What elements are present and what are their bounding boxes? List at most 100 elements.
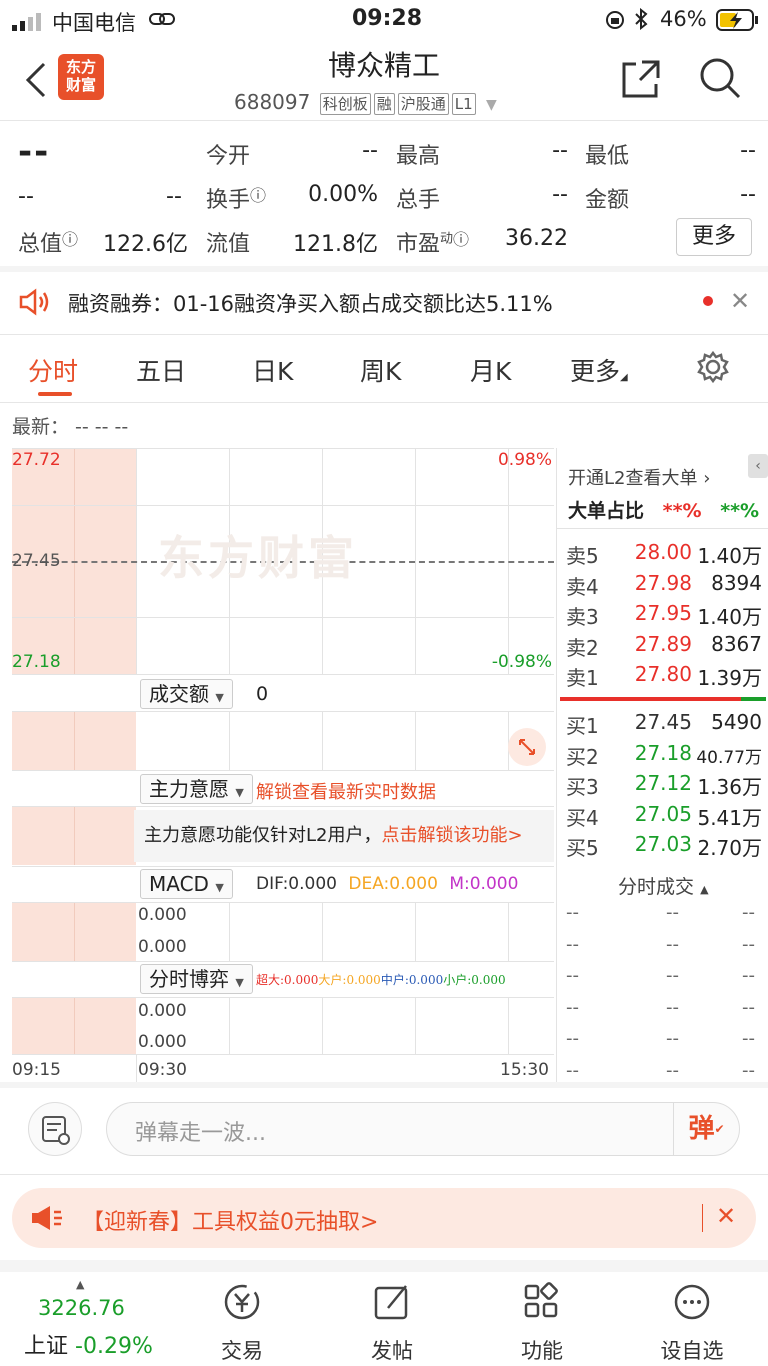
volume-indicator-select[interactable]: 成交额 ▼ <box>140 679 233 709</box>
low-value: -- <box>740 138 756 163</box>
game-bottom-label: 0.000 <box>138 1032 187 1052</box>
chevron-up-icon[interactable]: ‹ <box>748 454 768 478</box>
bid-level-label: 买4 <box>566 805 599 830</box>
search-icon[interactable] <box>698 56 742 104</box>
bid-price: 27.45 <box>634 710 692 734</box>
float-cap-value: 121.8亿 <box>293 232 378 257</box>
game-top-label: 0.000 <box>138 1001 187 1021</box>
bid-price: 27.12 <box>634 771 692 795</box>
trade-cell: -- <box>566 933 579 955</box>
tab-five-day[interactable]: 五日 <box>136 352 186 388</box>
ask-volume: 1.40万 <box>697 605 762 629</box>
nav-watchlist[interactable]: 设自选 <box>632 1280 752 1365</box>
bid-volume: 1.36万 <box>697 775 762 799</box>
price-change: -- <box>18 184 34 209</box>
trade-cell: -- <box>666 1028 679 1049</box>
trade-cell: -- <box>742 933 755 955</box>
clock: 09:28 <box>352 6 423 31</box>
nav-trade[interactable]: 交易 <box>182 1280 302 1365</box>
share-icon[interactable] <box>620 58 662 104</box>
turnover-label: 换手ⓘ <box>206 186 267 213</box>
ask-row: 卖5 28.00 1.40万 <box>566 540 762 568</box>
chevron-down-icon[interactable]: ▼ <box>486 97 497 113</box>
latest-label: 最新： <box>12 416 70 438</box>
bid-price: 27.18 <box>634 740 692 765</box>
tab-intraday[interactable]: 分时 <box>28 352 78 388</box>
danmaku-input[interactable]: 弹幕走一波... 弹✔ <box>106 1102 740 1156</box>
ask-row: 卖2 27.89 8367 <box>566 632 762 660</box>
trade-cell: -- <box>742 996 755 1018</box>
caret-up-icon[interactable]: ▲ <box>76 1278 84 1291</box>
time-open: 09:30 <box>138 1060 187 1080</box>
more-button[interactable]: 更多 <box>676 218 752 256</box>
trade-cell: -- <box>566 902 579 923</box>
dropdown-arrow-icon: ▼ <box>235 976 244 989</box>
tag-star-market: 科创板 <box>319 93 371 115</box>
bid-level-label: 买3 <box>566 775 599 799</box>
l2-upsell-banner[interactable]: 主力意愿功能仅针对L2用户，点击解锁该功能> <box>134 810 554 862</box>
main-force-select[interactable]: 主力意愿 ▼ <box>140 774 253 804</box>
macd-select[interactable]: MACD ▼ <box>140 869 233 899</box>
unread-dot <box>703 296 713 306</box>
info-icon[interactable]: ⓘ <box>453 230 469 249</box>
close-icon[interactable]: ✕ <box>730 287 750 315</box>
l2-upgrade-link[interactable]: 开通L2查看大单 › <box>568 464 710 490</box>
macd-values: DIF:0.000 DEA:0.000 M:0.000 <box>256 874 519 894</box>
bid-row: 买5 27.03 2.70万 <box>566 832 762 860</box>
stock-code: 688097 <box>234 90 311 114</box>
bid-price: 27.05 <box>634 801 692 826</box>
unlock-link[interactable]: 点击解锁该功能> <box>381 825 522 846</box>
nav-post[interactable]: 发帖 <box>332 1280 452 1365</box>
info-icon[interactable]: ⓘ <box>62 230 78 249</box>
expand-icon[interactable] <box>508 728 546 766</box>
tab-daily-k[interactable]: 日K <box>252 352 293 388</box>
corner-arrow-icon: ◢ <box>620 372 628 383</box>
info-icon[interactable]: ⓘ <box>250 186 266 205</box>
volume-value: -- <box>552 182 568 207</box>
price-high-label: 27.72 <box>12 450 61 470</box>
trade-icon <box>224 1284 260 1320</box>
status-bar: 中国电信 09:28 46% <box>0 0 768 40</box>
tab-more[interactable]: 更多◢ <box>570 352 628 388</box>
promo-banner[interactable]: 【迎新春】工具权益0元抽取> ✕ <box>12 1188 756 1248</box>
pe-value: 36.22 <box>505 226 568 251</box>
trade-cell: -- <box>566 996 579 1018</box>
danmaku-send-button[interactable]: 弹✔ <box>673 1103 739 1155</box>
bid-volume: 5490 <box>711 710 762 734</box>
price-change-pct: -- <box>166 184 182 209</box>
index-row[interactable]: 上证 -0.29% <box>24 1328 153 1360</box>
nav-functions[interactable]: 功能 <box>482 1280 602 1365</box>
dropdown-arrow-icon: ▼ <box>215 691 224 704</box>
danmaku-settings-icon[interactable] <box>28 1102 82 1156</box>
settings-icon[interactable] <box>696 350 730 388</box>
trade-cell: -- <box>666 1059 679 1081</box>
time-start: 09:15 <box>12 1060 61 1080</box>
close-icon[interactable]: ✕ <box>716 1202 736 1230</box>
bluetooth-icon <box>634 7 648 35</box>
stock-tags: 688097 科创板融沪股通 L1 ▼ <box>234 90 497 115</box>
amount-label: 金额 <box>585 188 630 213</box>
tag-level: L1 <box>451 93 476 115</box>
tab-monthly-k[interactable]: 月K <box>470 352 511 388</box>
price-mid-label: 27.45 <box>12 551 61 571</box>
index-value[interactable]: 3226.76 <box>38 1296 125 1320</box>
fund-game-select[interactable]: 分时博弈 ▼ <box>140 964 253 994</box>
ask-volume: 8367 <box>711 631 762 656</box>
speaker-icon <box>18 288 50 320</box>
tab-weekly-k[interactable]: 周K <box>360 352 401 388</box>
tab-indicator <box>38 392 72 396</box>
battery-icon <box>716 8 760 37</box>
bid-volume: 5.41万 <box>697 805 762 830</box>
trade-cell: -- <box>666 902 679 923</box>
watermark: 东方财富 <box>158 531 358 585</box>
trades-header[interactable]: 分时成交 ▲ <box>618 872 709 899</box>
high-label: 最高 <box>396 144 441 169</box>
amount-value: -- <box>740 182 756 207</box>
main-force-unlock-link[interactable]: 解锁查看最新实时数据 <box>256 778 436 804</box>
ask-volume: 8394 <box>711 570 762 595</box>
bid-volume: 40.77万 <box>696 747 762 768</box>
tag-margin: 融 <box>373 93 395 115</box>
bid-level-label: 买2 <box>566 744 599 769</box>
ask-volume: 1.40万 <box>697 544 762 568</box>
low-label: 最低 <box>585 144 630 169</box>
